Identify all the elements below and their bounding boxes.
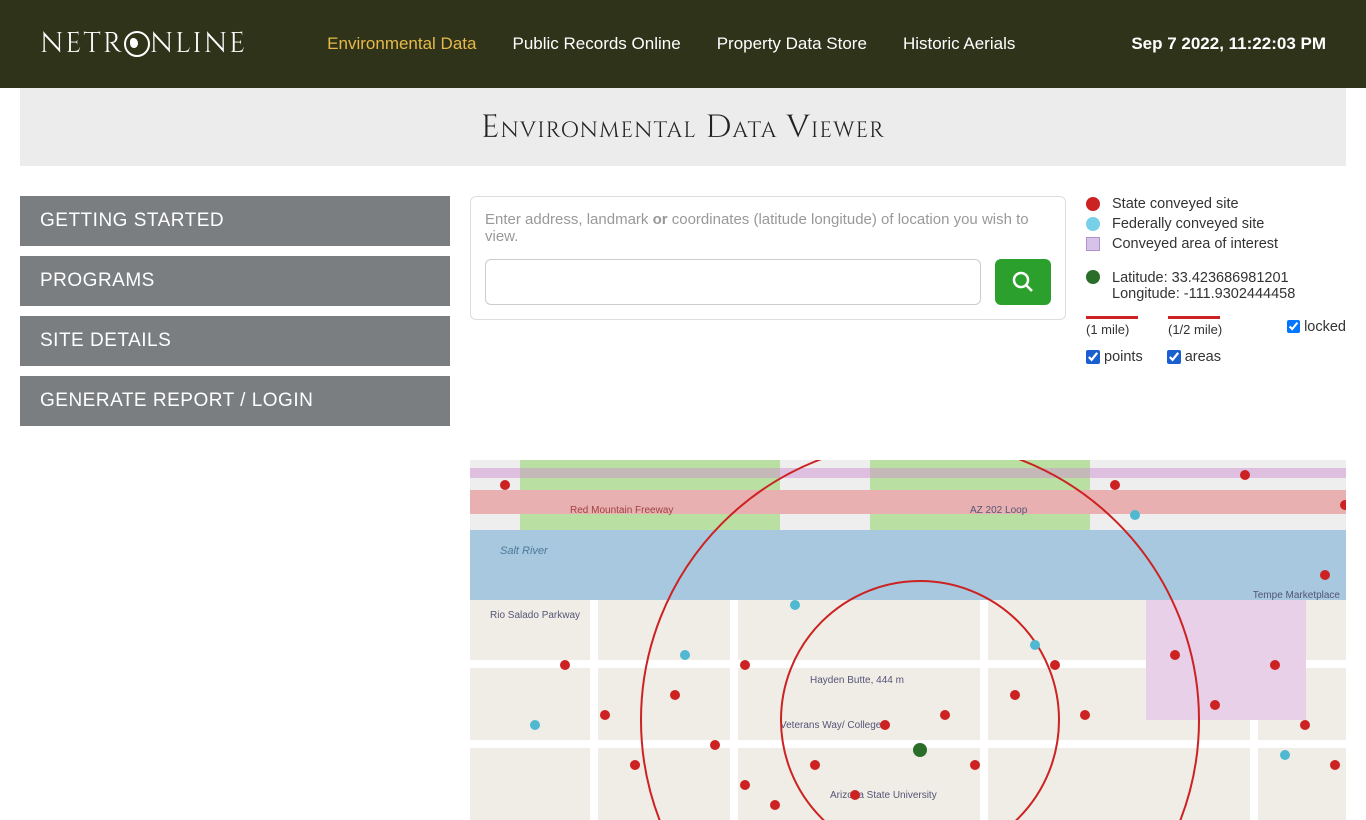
state-site-marker[interactable]	[1330, 760, 1340, 770]
state-site-marker[interactable]	[1340, 500, 1346, 510]
top-nav-bar: NETRNLINE Environmental Data Public Reco…	[0, 0, 1366, 88]
brand-logo[interactable]: NETRNLINE	[40, 26, 247, 63]
search-icon	[1011, 270, 1035, 294]
state-site-marker[interactable]	[810, 760, 820, 770]
federal-site-marker[interactable]	[1280, 750, 1290, 760]
map-center-marker[interactable]	[913, 743, 927, 757]
state-site-marker[interactable]	[600, 710, 610, 720]
sidebar-generate-report[interactable]: GENERATE REPORT / LOGIN	[20, 376, 450, 426]
state-site-marker[interactable]	[630, 760, 640, 770]
legend-state: State conveyed site	[1112, 196, 1239, 212]
state-site-marker[interactable]	[1300, 720, 1310, 730]
state-site-marker[interactable]	[500, 480, 510, 490]
state-site-icon	[1086, 197, 1100, 211]
page-title-bar: Environmental Data Viewer	[20, 88, 1346, 166]
state-site-marker[interactable]	[1210, 700, 1220, 710]
legend-area: Conveyed area of interest	[1112, 236, 1278, 252]
search-panel: Enter address, landmark or coordinates (…	[470, 196, 1066, 320]
nav-public-records[interactable]: Public Records Online	[512, 34, 680, 54]
state-site-marker[interactable]	[1110, 480, 1120, 490]
state-site-marker[interactable]	[1080, 710, 1090, 720]
center-point-icon	[1086, 270, 1100, 284]
nav-property-data[interactable]: Property Data Store	[717, 34, 867, 54]
range-half-mile: (1/2 mile)	[1168, 316, 1222, 337]
longitude-value: Longitude: -111.9302444458	[1112, 286, 1295, 302]
main-nav: Environmental Data Public Records Online…	[327, 34, 1015, 54]
timestamp: Sep 7 2022, 11:22:03 PM	[1131, 34, 1326, 54]
federal-site-marker[interactable]	[680, 650, 690, 660]
state-site-marker[interactable]	[1240, 470, 1250, 480]
state-site-marker[interactable]	[940, 710, 950, 720]
sidebar-programs[interactable]: PROGRAMS	[20, 256, 450, 306]
federal-site-marker[interactable]	[1030, 640, 1040, 650]
sidebar-site-details[interactable]: SITE DETAILS	[20, 316, 450, 366]
map-label-river: Salt River	[500, 545, 548, 557]
federal-site-marker[interactable]	[790, 600, 800, 610]
points-toggle[interactable]: points	[1086, 349, 1143, 365]
search-hint: Enter address, landmark or coordinates (…	[485, 211, 1051, 245]
latitude-value: Latitude: 33.423686981201	[1112, 270, 1295, 286]
state-site-marker[interactable]	[880, 720, 890, 730]
globe-icon	[124, 31, 150, 57]
state-site-marker[interactable]	[850, 790, 860, 800]
state-site-marker[interactable]	[1010, 690, 1020, 700]
map-viewport[interactable]: Salt River Red Mountain Freeway AZ 202 L…	[470, 460, 1346, 820]
state-site-marker[interactable]	[1270, 660, 1280, 670]
nav-historic-aerials[interactable]: Historic Aerials	[903, 34, 1015, 54]
state-site-marker[interactable]	[710, 740, 720, 750]
state-site-marker[interactable]	[770, 800, 780, 810]
state-site-marker[interactable]	[560, 660, 570, 670]
sidebar: GETTING STARTED PROGRAMS SITE DETAILS GE…	[20, 196, 450, 436]
state-site-marker[interactable]	[1170, 650, 1180, 660]
areas-toggle[interactable]: areas	[1167, 349, 1221, 365]
legend-federal: Federally conveyed site	[1112, 216, 1264, 232]
federal-site-icon	[1086, 217, 1100, 231]
search-button[interactable]	[995, 259, 1051, 305]
state-site-marker[interactable]	[740, 780, 750, 790]
state-site-marker[interactable]	[670, 690, 680, 700]
nav-environmental-data[interactable]: Environmental Data	[327, 34, 476, 54]
area-icon	[1086, 237, 1100, 251]
map-label-freeway: Red Mountain Freeway	[570, 505, 673, 516]
range-one-mile: (1 mile)	[1086, 316, 1138, 337]
sidebar-getting-started[interactable]: GETTING STARTED	[20, 196, 450, 246]
search-input[interactable]	[485, 259, 981, 305]
legend-panel: State conveyed site Federally conveyed s…	[1086, 196, 1346, 436]
state-site-marker[interactable]	[970, 760, 980, 770]
state-site-marker[interactable]	[740, 660, 750, 670]
state-site-marker[interactable]	[1050, 660, 1060, 670]
state-site-marker[interactable]	[1320, 570, 1330, 580]
map-label-tempe: Tempe Marketplace	[1253, 590, 1340, 601]
map-label-salado: Rio Salado Parkway	[490, 610, 580, 621]
locked-toggle[interactable]: locked	[1287, 319, 1346, 335]
federal-site-marker[interactable]	[530, 720, 540, 730]
page-title: Environmental Data Viewer	[481, 106, 885, 149]
federal-site-marker[interactable]	[1130, 510, 1140, 520]
